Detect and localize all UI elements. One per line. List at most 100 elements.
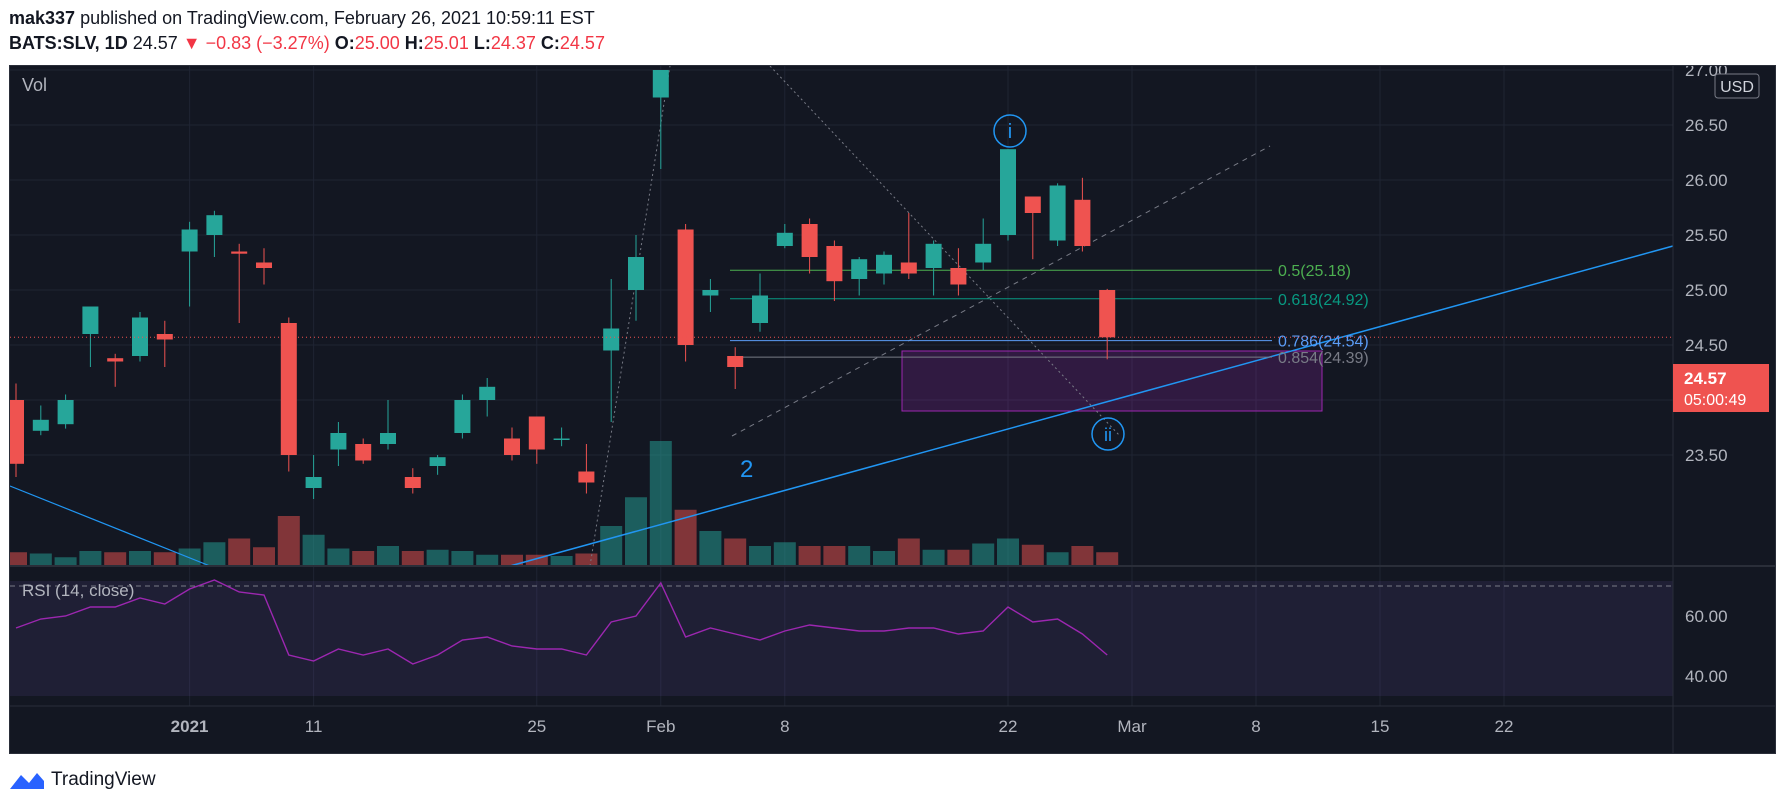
candle-body[interactable] [876,254,892,274]
volume-bar [79,551,102,566]
candle-body[interactable] [553,438,570,441]
wave-2-label[interactable]: 2 [740,456,753,483]
volume-bar [104,552,127,566]
volume-bar [401,551,424,566]
volume-bar [922,549,945,566]
candle-body[interactable] [702,290,719,296]
candle-body[interactable] [1024,196,1041,214]
author-name[interactable]: mak337 [9,8,75,28]
time-tick-label: 22 [999,717,1018,736]
price-pane[interactable] [10,66,1673,566]
rsi-indicator-label[interactable]: RSI (14, close) [22,581,134,600]
volume-bar [476,554,499,566]
last-price-tag-value: 24.57 [1684,369,1727,388]
candle-body[interactable] [330,433,347,450]
candle-body[interactable] [528,416,545,450]
candle-body[interactable] [57,400,74,425]
volume-bar [228,538,251,566]
vol-indicator-label[interactable]: Vol [22,75,47,95]
rsi-tick-label: 60.00 [1685,607,1728,626]
candle-body[interactable] [206,215,223,235]
countdown-tag: 05:00:49 [1684,392,1746,409]
time-tick-label: 22 [1495,717,1514,736]
price-tick-label: 25.50 [1685,226,1728,245]
candle-body[interactable] [851,259,868,279]
time-axis[interactable]: 2021 11 25 Feb 8 22 Mar 8 15 22 [171,717,1514,736]
candle-body[interactable] [776,232,793,246]
candle-body[interactable] [1049,185,1066,241]
candle-body[interactable] [652,70,669,98]
candle-body[interactable] [727,356,744,367]
candle-body[interactable] [380,433,396,444]
candle-body[interactable] [975,243,992,263]
candle-body[interactable] [578,471,595,483]
candle-body[interactable] [752,295,768,324]
candle-body[interactable] [628,257,644,290]
wave-i-label: i [1008,121,1012,143]
tradingview-logo-icon[interactable] [9,769,45,791]
fib-level-label: 0.786(24.54) [1278,334,1369,351]
candle-body[interactable] [8,400,24,464]
volume-bar [749,546,771,566]
candle-body[interactable] [1074,199,1091,246]
candle-body[interactable] [801,224,818,257]
volume-bar [327,548,350,566]
high-value: 25.01 [423,33,469,53]
low-label: L: [473,33,491,53]
volume-bar [1046,552,1069,566]
footer: TradingView [9,768,156,792]
volume-bar [649,441,672,566]
candle-body[interactable] [479,386,496,400]
candle-body[interactable] [231,251,248,254]
candle-body[interactable] [132,317,148,357]
candle-body[interactable] [305,477,322,488]
volume-bar [550,556,573,566]
volume-bars [5,441,1119,566]
time-tick-label: 8 [780,717,789,736]
volume-bar [823,546,846,566]
volume-bar [798,546,821,566]
candle-body[interactable] [603,328,620,351]
volume-bar [153,552,176,566]
close-label: C: [540,33,560,53]
candle-body[interactable] [429,457,446,466]
price-tick-label: 23.50 [1685,446,1728,465]
candle-body[interactable] [1099,290,1116,338]
chart-canvas[interactable]: 0.5(25.18) 0.618(24.92) 0.786(24.54)0.854(… [5,61,1775,753]
volume-bar [253,547,275,566]
high-label: H: [404,33,424,53]
candle-body[interactable] [900,262,917,274]
candle-body[interactable] [454,400,471,433]
tradingview-brand[interactable]: TradingView [51,769,156,791]
candle-body[interactable] [82,306,99,335]
candle-body[interactable] [504,438,520,456]
volume-bar [451,551,474,566]
volume-bar [699,531,722,566]
price-tick-label: 24.50 [1685,336,1728,355]
candles-layer[interactable] [8,70,1673,499]
volume-bar [5,552,27,566]
volume-bar [1021,544,1044,566]
candle-body[interactable] [107,358,124,362]
time-tick-label: 8 [1251,717,1260,736]
open-value: 25.00 [354,33,400,53]
candle-body[interactable] [256,262,272,269]
candle-body[interactable] [355,444,372,461]
fib-level-label: 0.5(25.18) [1278,263,1351,280]
candle-body[interactable] [181,229,198,252]
fib-level-label: 0.618(24.92) [1278,292,1369,309]
candle-body[interactable] [950,268,967,285]
volume-bar [501,554,523,566]
down-arrow-icon: ▼ [182,33,201,53]
candle-body[interactable] [32,419,49,431]
candle-body[interactable] [1000,149,1016,235]
candle-body[interactable] [280,323,297,455]
candle-body[interactable] [925,243,942,268]
chart-container[interactable]: 0.5(25.18) 0.618(24.92) 0.786(24.54) 0.854(… [5,61,1776,754]
candle-body[interactable] [826,246,843,282]
candle-body[interactable] [677,229,694,346]
candle-body[interactable] [156,334,173,340]
candle-body[interactable] [404,477,421,488]
volume-bar [29,553,52,566]
drawings-layer[interactable] [9,65,1674,567]
